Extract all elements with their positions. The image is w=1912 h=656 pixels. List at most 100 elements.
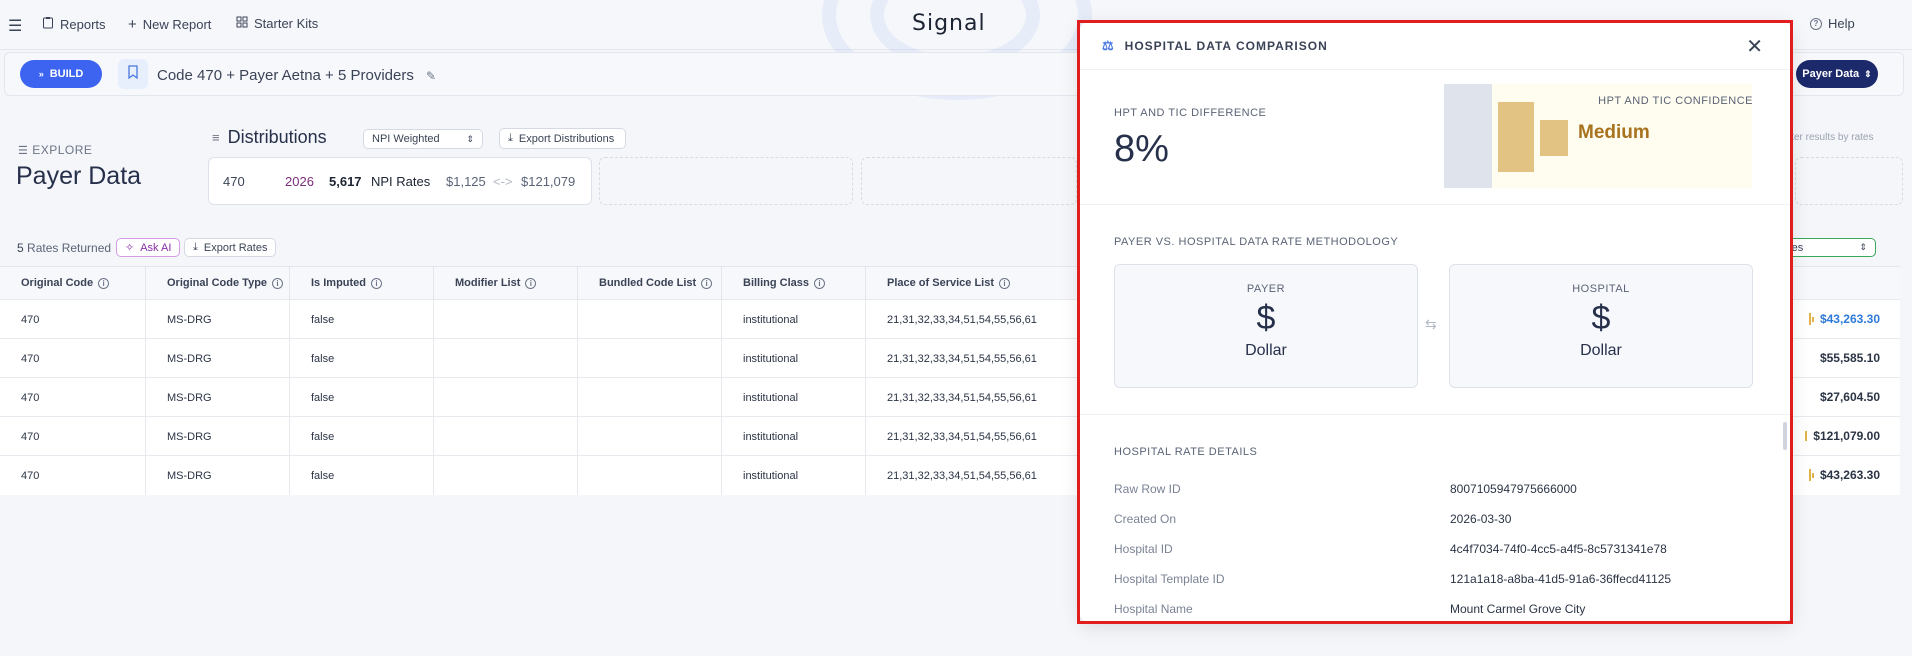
cell-amount[interactable]: $55,585.10 bbox=[1820, 351, 1880, 365]
column-header-modifier-list[interactable]: Modifier List i bbox=[434, 267, 578, 299]
clipboard-icon bbox=[42, 16, 54, 32]
sparkle-icon: ✧ bbox=[125, 242, 135, 254]
report-title[interactable]: Code 470 + Payer Aetna + 5 Providers ✎ bbox=[157, 67, 436, 84]
chevrons-icon: » bbox=[38, 69, 44, 79]
cell-modifier bbox=[434, 300, 578, 339]
cell-amount[interactable]: $121,079.00 bbox=[1805, 429, 1880, 443]
filter-hint: filter results by rates bbox=[1784, 132, 1874, 143]
rates-returned: 5 Rates Returned bbox=[17, 241, 111, 255]
info-icon[interactable]: i bbox=[999, 277, 1010, 289]
updown-icon: ⇕ bbox=[466, 133, 474, 144]
cell-billing-class: institutional bbox=[722, 300, 866, 339]
cell-bundled bbox=[578, 378, 722, 417]
mini-bar-icon bbox=[1808, 469, 1814, 481]
cell-bundled bbox=[578, 300, 722, 339]
column-header-bundled-code-list[interactable]: Bundled Code List i bbox=[578, 267, 722, 299]
cell-amount[interactable]: $27,604.50 bbox=[1820, 390, 1880, 404]
cell-bundled bbox=[578, 339, 722, 378]
cell-amount[interactable]: $43,263.30 bbox=[1808, 312, 1880, 326]
empty-distribution-slot[interactable] bbox=[1795, 157, 1903, 205]
export-distributions-button[interactable]: ⤓ Export Distributions bbox=[499, 128, 626, 149]
export-rates-button[interactable]: ⤓ Export Rates bbox=[184, 238, 277, 257]
hamburger-menu-icon[interactable]: ☰ bbox=[8, 16, 22, 36]
explore-eyebrow-text: EXPLORE bbox=[32, 143, 93, 157]
ask-ai-label: Ask AI bbox=[140, 241, 172, 254]
empty-distribution-slot[interactable] bbox=[599, 157, 853, 205]
dist-code: 470 bbox=[223, 173, 245, 189]
nav-starter-kits-label: Starter Kits bbox=[254, 16, 319, 31]
nav-new-report-label: New Report bbox=[142, 17, 212, 32]
sliders-icon: ☰ bbox=[18, 145, 29, 157]
column-header-label: Original Code Type bbox=[167, 277, 268, 289]
cell-place-of-service: 21,31,32,33,34,51,54,55,56,61 bbox=[887, 352, 1037, 365]
export-distributions-label: Export Distributions bbox=[518, 132, 615, 145]
weight-select-value: NPI Weighted bbox=[372, 133, 440, 145]
cell-place-of-service: 21,31,32,33,34,51,54,55,56,61 bbox=[887, 430, 1037, 443]
bookmark-icon bbox=[127, 64, 139, 84]
mini-bar-icon bbox=[1805, 431, 1808, 441]
pencil-icon[interactable]: ✎ bbox=[426, 69, 436, 83]
column-header-place-of-service[interactable]: Place of Service List i bbox=[866, 267, 1080, 299]
download-icon: ⤓ bbox=[193, 241, 198, 253]
amount-value: $43,263.30 bbox=[1819, 312, 1880, 326]
updown-icon: ⇕ bbox=[1859, 242, 1867, 252]
info-icon[interactable]: i bbox=[814, 277, 826, 289]
cell-modifier bbox=[434, 339, 578, 378]
distribution-card[interactable]: 470 2026 5,617 NPI Rates $1,125 <-> $121… bbox=[208, 157, 592, 205]
cell-is-imputed: false bbox=[290, 378, 434, 417]
dist-max: $121,079 bbox=[521, 173, 576, 189]
distributions-heading: ≡ Distributions bbox=[212, 127, 327, 148]
grid-icon bbox=[236, 16, 248, 31]
cell-is-imputed: false bbox=[290, 300, 434, 339]
column-header-amount[interactable] bbox=[1780, 267, 1900, 299]
nav-reports[interactable]: Reports bbox=[42, 16, 106, 32]
page-title: Payer Data bbox=[16, 162, 142, 190]
dist-count: 5,617 bbox=[329, 173, 362, 189]
cell-bundled bbox=[578, 417, 722, 456]
column-header-label: Original Code bbox=[21, 277, 94, 289]
distributions-title: Distributions bbox=[227, 127, 327, 147]
info-icon[interactable]: i bbox=[701, 277, 713, 289]
amount-value: $55,585.10 bbox=[1819, 351, 1880, 365]
app-logo: Signal bbox=[912, 11, 986, 36]
cell-billing-class: institutional bbox=[722, 378, 866, 417]
cell-original-code: 470 bbox=[0, 456, 146, 495]
column-header-label: Is Imputed bbox=[311, 277, 367, 289]
info-icon[interactable]: i bbox=[371, 277, 383, 289]
info-icon[interactable]: i bbox=[525, 277, 537, 289]
column-header-original-code-type[interactable]: Original Code Type i bbox=[146, 267, 290, 299]
download-icon: ⤓ bbox=[508, 132, 513, 144]
nav-starter-kits[interactable]: Starter Kits bbox=[236, 16, 318, 31]
nav-new-report[interactable]: + New Report bbox=[128, 16, 211, 33]
cell-amount[interactable]: $43,263.30 bbox=[1808, 468, 1880, 482]
bookmark-button[interactable] bbox=[118, 59, 148, 89]
cell-is-imputed: false bbox=[290, 339, 434, 378]
payer-data-button[interactable]: Payer Data ⇕ bbox=[1796, 60, 1878, 88]
cell-original-code: 470 bbox=[0, 339, 146, 378]
column-header-billing-class[interactable]: Billing Class i bbox=[722, 267, 866, 299]
cell-original-code: 470 bbox=[0, 378, 146, 417]
nav-help[interactable]: ? Help bbox=[1810, 16, 1855, 31]
build-button[interactable]: » BUILD bbox=[20, 60, 102, 88]
column-header-is-imputed[interactable]: Is Imputed i bbox=[290, 267, 434, 299]
cell-billing-class: institutional bbox=[722, 417, 866, 456]
info-icon[interactable]: i bbox=[98, 277, 110, 289]
amount-value: $121,079.00 bbox=[1813, 429, 1880, 443]
updown-icon: ⇕ bbox=[1864, 68, 1872, 79]
help-icon: ? bbox=[1810, 17, 1822, 30]
ask-ai-button[interactable]: ✧ Ask AI bbox=[116, 238, 181, 257]
empty-distribution-slot[interactable] bbox=[861, 157, 1077, 205]
amount-value: $43,263.30 bbox=[1819, 468, 1880, 482]
dist-count-label: NPI Rates bbox=[371, 173, 431, 189]
range-arrows-icon: <-> bbox=[493, 173, 513, 189]
cell-is-imputed: false bbox=[290, 456, 434, 495]
column-header-original-code[interactable]: Original Code i bbox=[0, 267, 146, 299]
highlight-outline bbox=[1077, 20, 1793, 624]
weight-select[interactable]: NPI Weighted ⇕ bbox=[363, 129, 483, 149]
cell-code-type: MS-DRG bbox=[146, 456, 290, 495]
info-icon[interactable]: i bbox=[272, 277, 284, 289]
cell-original-code: 470 bbox=[0, 300, 146, 339]
cell-code-type: MS-DRG bbox=[146, 300, 290, 339]
report-title-text: Code 470 + Payer Aetna + 5 Providers bbox=[157, 67, 414, 84]
rates-count: 5 bbox=[17, 241, 24, 255]
